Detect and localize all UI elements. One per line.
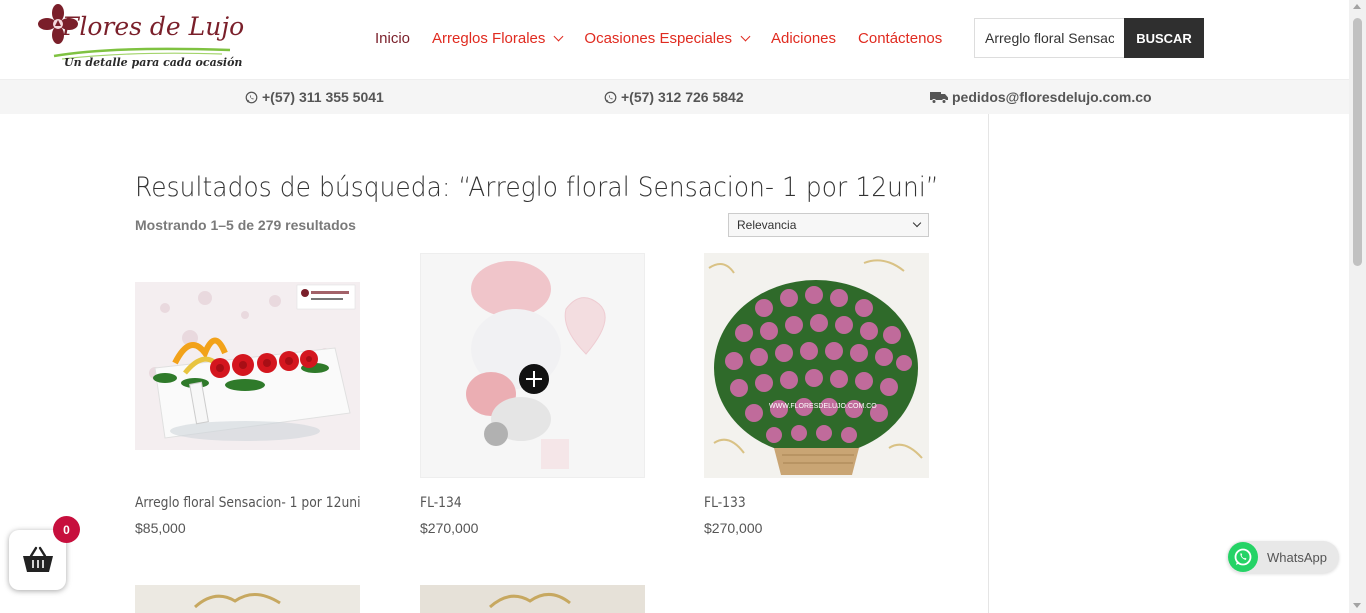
nav-item-inicio[interactable]: Inicio [375, 30, 410, 47]
search-input[interactable] [974, 18, 1124, 58]
truck-icon [930, 91, 948, 104]
product-name[interactable]: FL-134 [420, 495, 462, 511]
logo-tagline: Un detalle para cada ocasión [64, 56, 243, 69]
basket-icon [22, 546, 53, 572]
red-roses-box-image [135, 253, 360, 478]
cart-count-badge: 0 [53, 516, 80, 543]
nav-item-adiciones[interactable]: Adiciones [771, 30, 836, 47]
product-card[interactable] [135, 585, 360, 613]
svg-text:WWW.FLORESDELUJO.COM.CO: WWW.FLORESDELUJO.COM.CO [769, 403, 877, 410]
logo-title: Flores de Lujo [62, 12, 245, 41]
scroll-up-icon[interactable] [1353, 4, 1361, 9]
pink-roses-basket-image: WWW.FLORESDELUJO.COM.CO [704, 253, 929, 478]
product-image[interactable] [135, 253, 360, 478]
product-image[interactable] [420, 253, 645, 478]
whatsapp-label: WhatsApp [1267, 549, 1327, 565]
chevron-down-icon [740, 31, 751, 42]
sidebar-divider [988, 114, 989, 613]
product-name[interactable]: FL-133 [704, 495, 746, 511]
search-button[interactable]: BUSCAR [1124, 18, 1204, 58]
sort-select[interactable]: Relevancia [728, 213, 929, 237]
product-card[interactable] [420, 585, 645, 613]
whatsapp-icon [1228, 542, 1258, 572]
product-price: $270,000 [420, 520, 479, 536]
nav-item-arreglos-florales[interactable]: Arreglos Florales [432, 30, 564, 47]
nav-item-label: Inicio [375, 30, 411, 47]
product-image[interactable] [420, 585, 645, 613]
result-count: Mostrando 1–5 de 279 resultados [135, 217, 356, 233]
search-form: BUSCAR [974, 18, 1204, 58]
quick-view-plus-icon[interactable] [519, 364, 549, 394]
nav-item-contactenos[interactable]: Contáctenos [858, 30, 942, 47]
logo[interactable]: Flores de Lujo Un detalle para cada ocas… [38, 4, 244, 74]
phone-number: +(57) 311 355 5041 [262, 89, 384, 105]
nav-item-label: Arreglos Florales [432, 30, 546, 47]
product-image[interactable]: WWW.FLORESDELUJO.COM.CO [704, 253, 929, 478]
page-title: Resultados de búsqueda: “Arreglo floral … [135, 172, 939, 203]
product-name[interactable]: Arreglo floral Sensacion- 1 por 12uni [135, 495, 361, 511]
chevron-down-icon [553, 31, 564, 42]
main-nav: Inicio Arreglos Florales Ocasiones Espec… [375, 30, 964, 47]
product-price: $85,000 [135, 520, 186, 536]
scrollbar-thumb[interactable] [1353, 18, 1362, 266]
chevron-down-icon [912, 218, 922, 228]
whatsapp-icon [245, 91, 258, 103]
page-scrollbar[interactable] [1349, 0, 1366, 613]
contact-bar: +(57) 311 355 5041 +(57) 312 726 5842 pe… [0, 80, 1349, 114]
site-header: Flores de Lujo Un detalle para cada ocas… [0, 0, 1349, 80]
product-image[interactable] [135, 585, 360, 613]
nav-item-label: Ocasiones Especiales [584, 30, 732, 47]
nav-item-label: Adiciones [770, 30, 837, 47]
nav-item-label: Contáctenos [858, 30, 943, 47]
product-price: $270,000 [704, 520, 763, 536]
nav-item-ocasiones-especiales[interactable]: Ocasiones Especiales [584, 30, 751, 47]
contact-phone-1[interactable]: +(57) 311 355 5041 [245, 89, 384, 105]
contact-phone-2[interactable]: +(57) 312 726 5842 [604, 89, 744, 105]
scroll-down-icon[interactable] [1353, 603, 1361, 608]
whatsapp-chat-button[interactable]: WhatsApp [1227, 541, 1339, 573]
page: Flores de Lujo Un detalle para cada ocas… [0, 0, 1366, 613]
phone-number: +(57) 312 726 5842 [621, 89, 744, 105]
email-address: pedidos@floresdelujo.com.co [952, 89, 1152, 105]
contact-email[interactable]: pedidos@floresdelujo.com.co [930, 89, 1152, 105]
whatsapp-icon [604, 91, 617, 103]
sort-selected-value: Relevancia [737, 218, 797, 232]
